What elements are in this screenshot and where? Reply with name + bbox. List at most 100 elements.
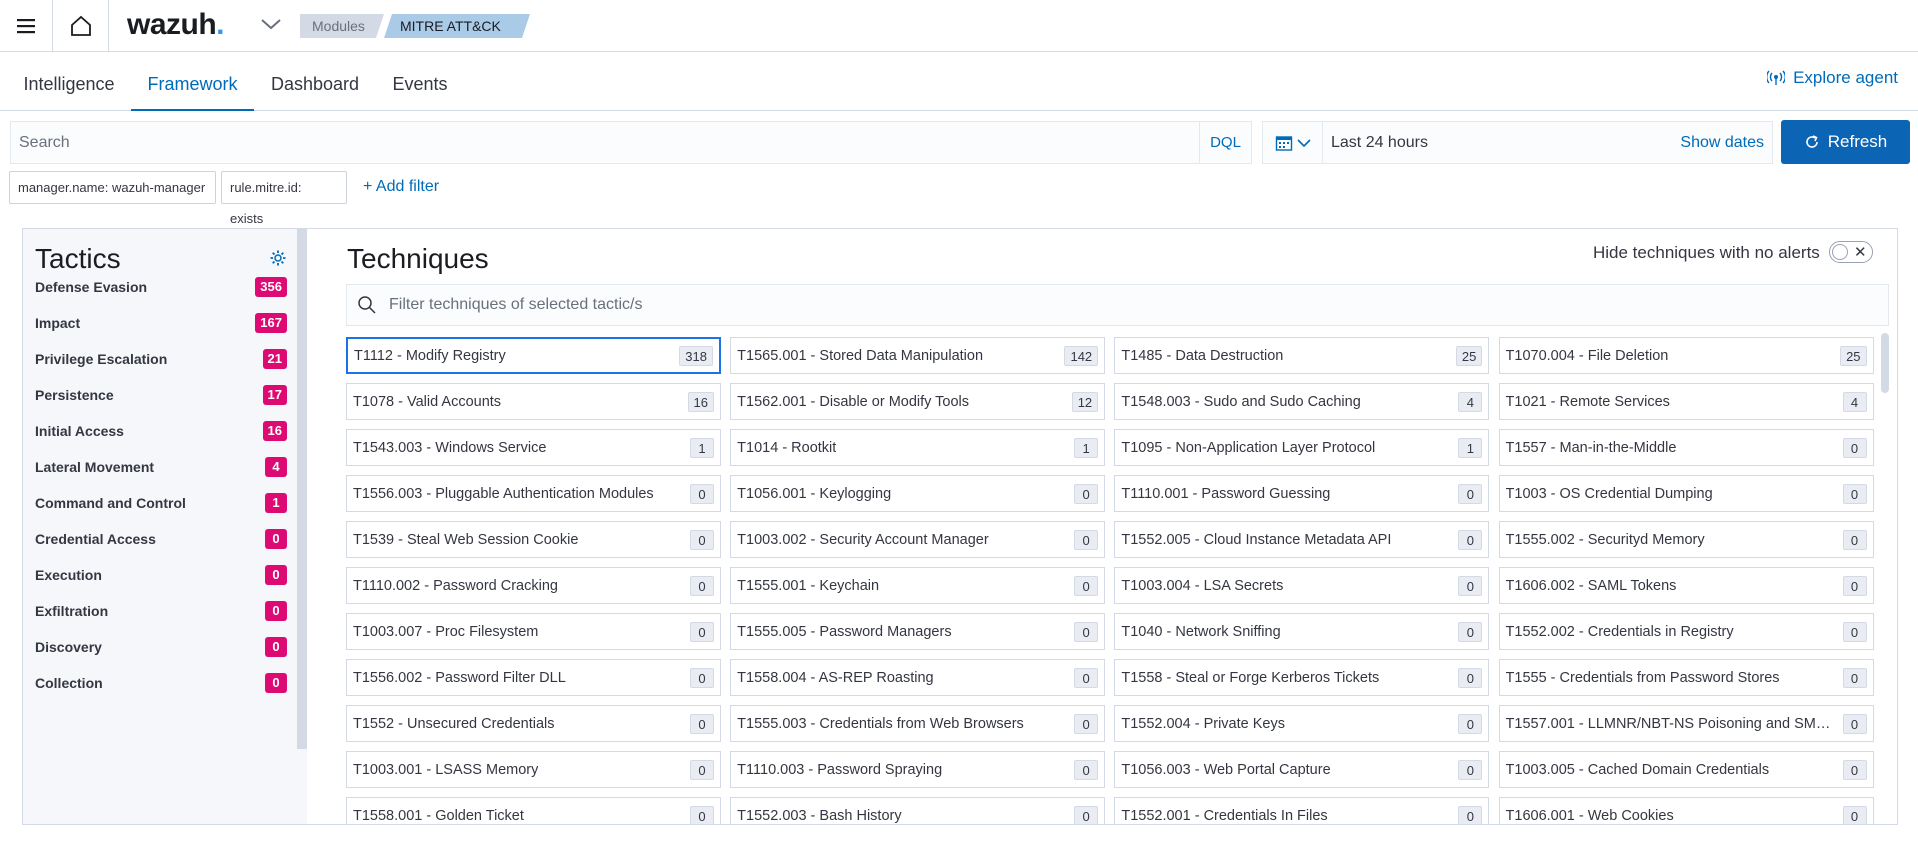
technique-item[interactable]: T1078 - Valid Accounts 16 — [346, 383, 721, 420]
tactics-title: Tactics — [35, 243, 121, 274]
technique-label: T1558.004 - AS-REP Roasting — [737, 669, 934, 686]
tactics-scrollbar[interactable] — [297, 229, 307, 749]
technique-item[interactable]: T1557.001 - LLMNR/NBT-NS Poisoning and S… — [1498, 705, 1874, 742]
technique-item[interactable]: T1485 - Data Destruction 25 — [1114, 337, 1490, 374]
technique-item[interactable]: T1562.001 - Disable or Modify Tools 12 — [730, 383, 1106, 420]
technique-filter-input[interactable] — [389, 285, 1869, 325]
technique-item[interactable]: T1552.003 - Bash History 0 — [730, 797, 1106, 824]
technique-item[interactable]: T1056.001 - Keylogging 0 — [730, 475, 1106, 512]
refresh-button[interactable]: Refresh — [1781, 120, 1910, 164]
technique-label: T1070.004 - File Deletion — [1505, 347, 1669, 364]
technique-item[interactable]: T1557 - Man-in-the-Middle 0 — [1498, 429, 1874, 466]
technique-item[interactable]: T1552.004 - Private Keys 0 — [1114, 705, 1490, 742]
technique-label: T1003.001 - LSASS Memory — [353, 761, 539, 778]
technique-item[interactable]: T1556.003 - Pluggable Authentication Mod… — [346, 475, 721, 512]
technique-item[interactable]: T1040 - Network Sniffing 0 — [1114, 613, 1490, 650]
tactic-item[interactable]: Defense Evasion 356 — [35, 273, 287, 301]
technique-item[interactable]: T1003.004 - LSA Secrets 0 — [1114, 567, 1490, 604]
technique-item[interactable]: T1070.004 - File Deletion 25 — [1498, 337, 1874, 374]
technique-item[interactable]: T1003.007 - Proc Filesystem 0 — [346, 613, 721, 650]
technique-item[interactable]: T1110.001 - Password Guessing 0 — [1114, 475, 1490, 512]
tab-intelligence[interactable]: Intelligence — [20, 52, 118, 111]
technique-item[interactable]: T1552.001 - Credentials In Files 0 — [1114, 797, 1490, 824]
quick-select-button[interactable] — [1263, 122, 1323, 163]
technique-item[interactable]: T1555.005 - Password Managers 0 — [730, 613, 1106, 650]
technique-count: 0 — [1074, 529, 1099, 550]
tactic-label: Defense Evasion — [35, 279, 148, 295]
tactic-item[interactable]: Privilege Escalation 21 — [35, 345, 287, 373]
technique-item[interactable]: T1543.003 - Windows Service 1 — [346, 429, 721, 466]
tactic-item[interactable]: Impact 167 — [35, 309, 287, 337]
chevron-down-icon[interactable] — [260, 16, 282, 32]
search-input[interactable] — [11, 122, 1201, 163]
technique-item[interactable]: T1552.005 - Cloud Instance Metadata API 0 — [1114, 521, 1490, 558]
dql-button[interactable]: DQL — [1199, 122, 1251, 163]
menu-button[interactable] — [0, 0, 53, 52]
technique-item[interactable]: T1558.004 - AS-REP Roasting 0 — [730, 659, 1106, 696]
technique-item[interactable]: T1003.001 - LSASS Memory 0 — [346, 751, 721, 788]
technique-count: 0 — [1842, 621, 1867, 642]
technique-item[interactable]: T1021 - Remote Services 4 — [1498, 383, 1874, 420]
technique-item[interactable]: T1565.001 - Stored Data Manipulation 142 — [730, 337, 1106, 374]
technique-item[interactable]: T1539 - Steal Web Session Cookie 0 — [346, 521, 721, 558]
tactic-item[interactable]: Credential Access 0 — [35, 525, 287, 553]
technique-item[interactable]: T1056.003 - Web Portal Capture 0 — [1114, 751, 1490, 788]
techniques-grid: T1112 - Modify Registry 318 T1565.001 - St… — [346, 337, 1878, 824]
home-button[interactable] — [53, 0, 109, 52]
technique-item[interactable]: T1112 - Modify Registry 318 — [346, 337, 721, 374]
search-bar: DQL — [10, 121, 1252, 164]
tactic-label: Command and Control — [35, 495, 186, 511]
technique-item[interactable]: T1556.002 - Password Filter DLL 0 — [346, 659, 721, 696]
technique-label: T1056.001 - Keylogging — [737, 485, 892, 502]
technique-item[interactable]: T1110.002 - Password Cracking 0 — [346, 567, 721, 604]
tactic-item[interactable]: Collection 0 — [35, 669, 287, 697]
wazuh-logo[interactable]: wazuh. — [127, 8, 225, 42]
close-icon: ✕ — [1854, 244, 1867, 261]
show-dates-button[interactable]: Show dates — [1680, 122, 1764, 163]
technique-item[interactable]: T1548.003 - Sudo and Sudo Caching 4 — [1114, 383, 1490, 420]
top-header: wazuh. Modules MITRE ATT&CK — [0, 0, 1918, 52]
technique-label: T1543.003 - Windows Service — [353, 439, 547, 456]
technique-item[interactable]: T1095 - Non-Application Layer Protocol 1 — [1114, 429, 1490, 466]
tab-dashboard[interactable]: Dashboard — [270, 52, 360, 111]
breadcrumb-modules[interactable]: Modules — [300, 14, 384, 38]
tactic-item[interactable]: Persistence 17 — [35, 381, 287, 409]
filter-pill-mitre[interactable]: rule.mitre.id: exists — [221, 171, 347, 226]
technique-item[interactable]: T1003 - OS Credential Dumping 0 — [1498, 475, 1874, 512]
tactic-item[interactable]: Initial Access 16 — [35, 417, 287, 445]
tab-events[interactable]: Events — [390, 52, 450, 111]
technique-item[interactable]: T1558 - Steal or Forge Kerberos Tickets 0 — [1114, 659, 1490, 696]
gear-icon[interactable] — [269, 249, 287, 267]
hide-no-alerts-toggle[interactable]: ✕ — [1829, 241, 1873, 263]
technique-count: 4 — [1458, 391, 1483, 412]
technique-item[interactable]: T1606.001 - Web Cookies 0 — [1498, 797, 1874, 824]
filter-pill-manager[interactable]: manager.name: wazuh-manager — [9, 171, 216, 204]
technique-item[interactable]: T1606.002 - SAML Tokens 0 — [1498, 567, 1874, 604]
technique-item[interactable]: T1552.002 - Credentials in Registry 0 — [1498, 613, 1874, 650]
tab-framework[interactable]: Framework — [131, 52, 254, 111]
technique-count: 0 — [1458, 575, 1483, 596]
tactic-item[interactable]: Discovery 0 — [35, 633, 287, 661]
technique-count: 142 — [1064, 345, 1099, 366]
technique-item[interactable]: T1555 - Credentials from Password Stores… — [1498, 659, 1874, 696]
technique-item[interactable]: T1558.001 - Golden Ticket 0 — [346, 797, 721, 824]
technique-item[interactable]: T1555.003 - Credentials from Web Browser… — [730, 705, 1106, 742]
tactic-item[interactable]: Exfiltration 0 — [35, 597, 287, 625]
technique-item[interactable]: T1003.005 - Cached Domain Credentials 0 — [1498, 751, 1874, 788]
tactic-item[interactable]: Lateral Movement 4 — [35, 453, 287, 481]
tactic-item[interactable]: Command and Control 1 — [35, 489, 287, 517]
techniques-scrollbar[interactable] — [1881, 333, 1889, 393]
tactic-label: Privilege Escalation — [35, 351, 168, 367]
technique-item[interactable]: T1003.002 - Security Account Manager 0 — [730, 521, 1106, 558]
technique-item[interactable]: T1110.003 - Password Spraying 0 — [730, 751, 1106, 788]
technique-count: 0 — [690, 483, 714, 504]
technique-item[interactable]: T1555.002 - Securityd Memory 0 — [1498, 521, 1874, 558]
technique-item[interactable]: T1552 - Unsecured Credentials 0 — [346, 705, 721, 742]
add-filter-button[interactable]: + Add filter — [363, 178, 439, 196]
technique-item[interactable]: T1014 - Rootkit 1 — [730, 429, 1106, 466]
tactic-item[interactable]: Execution 0 — [35, 561, 287, 589]
date-range-label[interactable]: Last 24 hours — [1331, 122, 1428, 163]
technique-item[interactable]: T1555.001 - Keychain 0 — [730, 567, 1106, 604]
technique-count: 0 — [1842, 805, 1867, 824]
explore-agent-button[interactable]: Explore agent — [1767, 68, 1898, 88]
